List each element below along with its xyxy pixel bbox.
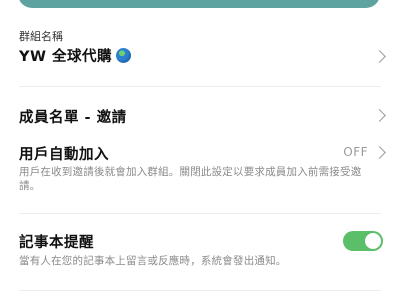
divider [19,213,381,214]
divider [19,290,381,291]
members-invite-row[interactable]: 成員名單 - 邀請 [0,98,400,134]
notebook-reminder-title: 記事本提醒 [19,235,94,251]
header-banner [18,0,380,8]
notebook-reminder-description: 當有人在您的記事本上留言或反應時，系統會發出通知。 [19,255,287,267]
toggle-knob [365,233,381,249]
group-name-row[interactable]: 群組名稱 YW 全球代購 [0,24,400,84]
chevron-right-icon [373,146,386,159]
globe-icon [116,48,132,63]
chevron-right-icon [373,109,386,122]
notebook-reminder-row: 記事本提醒 當有人在您的記事本上留言或反應時，系統會發出通知。 [0,224,400,284]
divider [19,86,381,87]
group-name-value: YW 全球代購 [19,45,132,66]
auto-join-description: 用戶在收到邀請後就會加入群組。關閉此設定以要求成員加入前需接受邀請。 [19,166,362,192]
auto-join-row[interactable]: 用戶自動加入 OFF 用戶在收到邀請後就會加入群組。關閉此設定以要求成員加入前需… [0,138,400,208]
auto-join-status: OFF [343,145,368,159]
group-name-text: YW 全球代購 [19,49,113,65]
auto-join-title: 用戶自動加入 [19,147,109,163]
group-name-label: 群組名稱 [19,30,63,43]
chevron-right-icon [373,50,386,63]
members-invite-title: 成員名單 - 邀請 [19,110,127,126]
notebook-reminder-toggle[interactable] [343,231,383,251]
